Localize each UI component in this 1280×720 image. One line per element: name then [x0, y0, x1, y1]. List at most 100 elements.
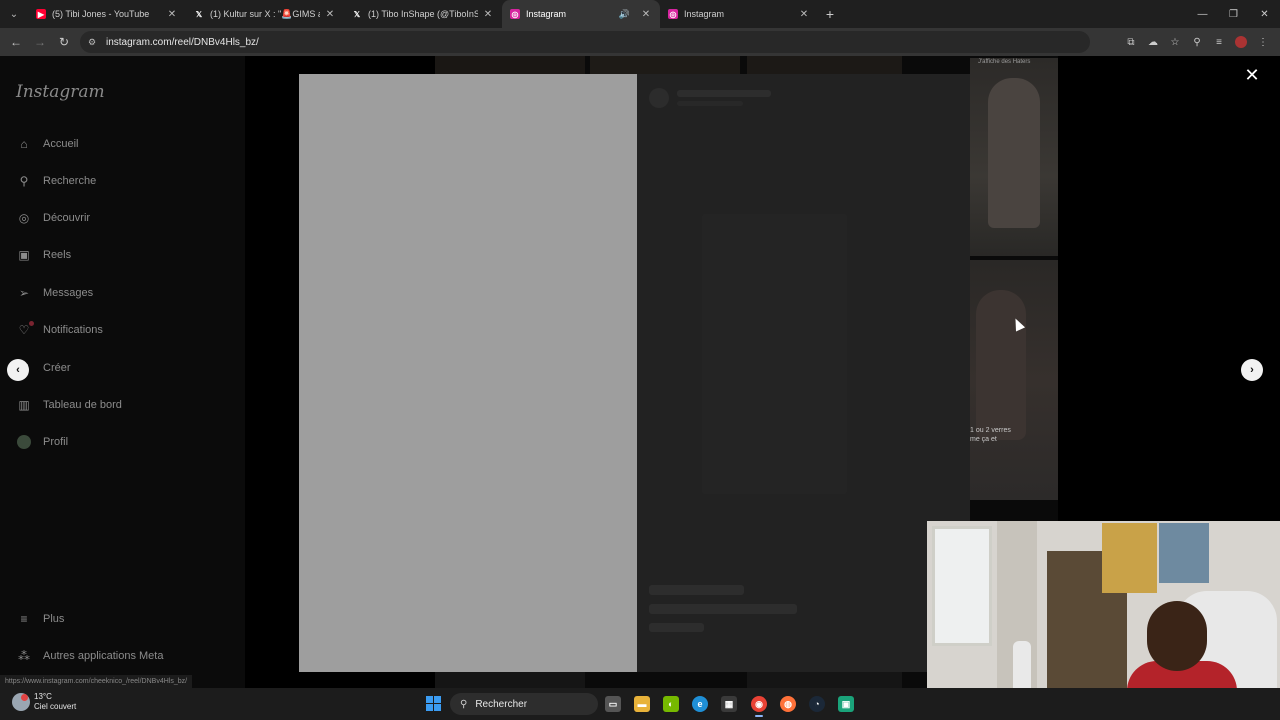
- forward-button[interactable]: →: [28, 28, 52, 56]
- tab-youtube[interactable]: ▶ (5) Tibi Jones - YouTube ✕: [28, 0, 186, 28]
- nav-item-decouvrir[interactable]: ◎ Découvrir: [16, 210, 90, 226]
- nav-item-meta-apps[interactable]: ⁂ Autres applications Meta: [16, 648, 163, 664]
- reel-media-placeholder[interactable]: [299, 74, 637, 672]
- grid-thumbnail[interactable]: [435, 672, 585, 688]
- tab-search-button[interactable]: ⌄: [0, 0, 28, 28]
- weather-badge: [21, 694, 28, 701]
- search-icon: ⚲: [460, 698, 468, 710]
- wall-poster: [1159, 523, 1209, 583]
- close-tab-icon[interactable]: ✕: [166, 9, 178, 20]
- grid-thumbnail[interactable]: [747, 56, 902, 74]
- weather-widget[interactable]: 13°C Ciel couvert: [12, 692, 76, 712]
- bookmark-star-icon[interactable]: ☆: [1164, 28, 1186, 56]
- reel-thumbnail[interactable]: [970, 58, 1058, 256]
- side-reels-column: [970, 58, 1058, 521]
- skeleton-line: [677, 90, 771, 97]
- new-tab-button[interactable]: +: [818, 0, 842, 28]
- nav-label: Notifications: [43, 324, 103, 336]
- windows-start-icon[interactable]: [426, 696, 441, 711]
- tab-title: (1) Tibo InShape (@TiboInShap: [368, 9, 478, 19]
- weather-text: 13°C Ciel couvert: [34, 692, 76, 712]
- task-view-icon[interactable]: ▭: [605, 696, 621, 712]
- extensions-icon[interactable]: ⚲: [1186, 28, 1208, 56]
- nav-label: Plus: [43, 613, 65, 625]
- person-image: [976, 290, 1026, 440]
- toolbar-actions: ⧉ ☁ ☆ ⚲ ≡ ⋮: [1120, 28, 1274, 56]
- app-icon[interactable]: ▣: [838, 696, 854, 712]
- windows-taskbar: 13°C Ciel couvert ⚲ Rechercher ▭ ▬ ◐ e ▦…: [0, 688, 1280, 720]
- nav-label: Autres applications Meta: [43, 650, 164, 662]
- tab-instagram[interactable]: ◎ Instagram ✕: [660, 0, 818, 28]
- site-info-icon[interactable]: ⚙: [88, 37, 100, 48]
- instagram-logo[interactable]: Instagram: [16, 82, 105, 102]
- nav-label: Découvrir: [43, 212, 91, 224]
- save-icon[interactable]: ☁: [1142, 28, 1164, 56]
- previous-arrow-icon[interactable]: ‹: [7, 359, 29, 381]
- person-image: [988, 78, 1040, 228]
- next-arrow-icon[interactable]: ›: [1241, 359, 1263, 381]
- speaker-icon[interactable]: 🔊: [619, 9, 630, 20]
- caption-line: 1 ou 2 verres: [970, 427, 1011, 434]
- link-status-bar: https://www.instagram.com/cheeknico_/ree…: [0, 675, 193, 688]
- close-tab-icon[interactable]: ✕: [640, 9, 652, 20]
- close-tab-icon[interactable]: ✕: [482, 9, 494, 20]
- instagram-icon: ◎: [668, 9, 678, 19]
- store-icon[interactable]: ▦: [721, 696, 737, 712]
- taskbar-search[interactable]: ⚲ Rechercher: [450, 693, 598, 715]
- reel-thumbnail[interactable]: [970, 260, 1058, 500]
- grid-thumbnail[interactable]: [435, 56, 585, 74]
- notification-dot: [29, 321, 34, 326]
- nav-label: Tableau de bord: [43, 399, 122, 411]
- tab-instagram-active[interactable]: ◎ Instagram 🔊 ✕: [502, 0, 660, 28]
- caption-line: me ça et: [970, 436, 997, 443]
- close-modal-icon[interactable]: ✕: [1243, 66, 1261, 84]
- tab-x-tibo[interactable]: 𝕏 (1) Tibo InShape (@TiboInShap ✕: [344, 0, 502, 28]
- search-icon: ⚲: [19, 174, 29, 188]
- nav-item-recherche[interactable]: ⚲ Recherche: [16, 173, 97, 189]
- thumbnail-caption: 1 ou 2 verres me ça et: [970, 426, 1011, 444]
- nav-label: Recherche: [43, 175, 97, 187]
- address-bar[interactable]: ⚙ instagram.com/reel/DNBv4Hls_bz/: [80, 31, 1090, 53]
- reload-button[interactable]: ↻: [52, 28, 76, 56]
- tab-title: Instagram: [684, 9, 725, 19]
- grid-thumbnail[interactable]: [590, 56, 740, 74]
- skeleton-line: [649, 623, 704, 632]
- restore-icon[interactable]: ❐: [1218, 0, 1249, 28]
- temperature: 13°C: [34, 692, 52, 701]
- nav-item-messages[interactable]: ➢ Messages: [16, 285, 93, 301]
- firefox-icon[interactable]: ◍: [780, 696, 796, 712]
- nav-item-plus[interactable]: ≡ Plus: [16, 611, 64, 627]
- chrome-icon[interactable]: ◉: [751, 696, 767, 717]
- nav-item-accueil[interactable]: ⌂ Accueil: [16, 136, 78, 152]
- nav-item-tableau-de-bord[interactable]: ▥ Tableau de bord: [16, 397, 122, 413]
- profile-avatar-icon[interactable]: [1235, 36, 1247, 48]
- nvidia-icon[interactable]: ◐: [663, 696, 679, 712]
- window-controls: — ❐ ✕: [1187, 0, 1280, 28]
- messages-icon: ➢: [18, 286, 30, 300]
- tab-strip: ⌄ ▶ (5) Tibi Jones - YouTube ✕ 𝕏 (1) Kul…: [0, 0, 1280, 28]
- media-control-icon[interactable]: ≡: [1208, 28, 1230, 56]
- streamer-head: [1147, 601, 1207, 671]
- edge-icon[interactable]: e: [692, 696, 708, 712]
- browser-menu-icon[interactable]: ⋮: [1252, 28, 1274, 56]
- grid-thumbnail[interactable]: [747, 672, 902, 688]
- minimize-icon[interactable]: —: [1187, 0, 1218, 28]
- nav-item-notifications[interactable]: ♡ Notifications: [16, 321, 103, 338]
- skeleton-line: [649, 585, 744, 595]
- nav-item-reels[interactable]: ▣ Reels: [16, 247, 71, 263]
- close-tab-icon[interactable]: ✕: [324, 9, 336, 20]
- instagram-icon: ◎: [510, 9, 520, 19]
- close-window-icon[interactable]: ✕: [1249, 0, 1280, 28]
- back-button[interactable]: ←: [4, 28, 28, 56]
- close-tab-icon[interactable]: ✕: [798, 9, 810, 20]
- nav-label: Accueil: [43, 138, 79, 150]
- nav-item-profil[interactable]: Profil: [16, 434, 68, 450]
- reels-icon: ▣: [18, 248, 30, 262]
- steam-icon[interactable]: ◔: [809, 696, 825, 712]
- meta-apps-icon: ⁂: [18, 649, 30, 663]
- skeleton-line: [677, 101, 743, 106]
- tab-x-kultur[interactable]: 𝕏 (1) Kultur sur X : "🚨GIMS annc ✕: [186, 0, 344, 28]
- weather-condition: Ciel couvert: [34, 702, 77, 711]
- file-explorer-icon[interactable]: ▬: [634, 696, 650, 712]
- install-app-icon[interactable]: ⧉: [1120, 28, 1142, 56]
